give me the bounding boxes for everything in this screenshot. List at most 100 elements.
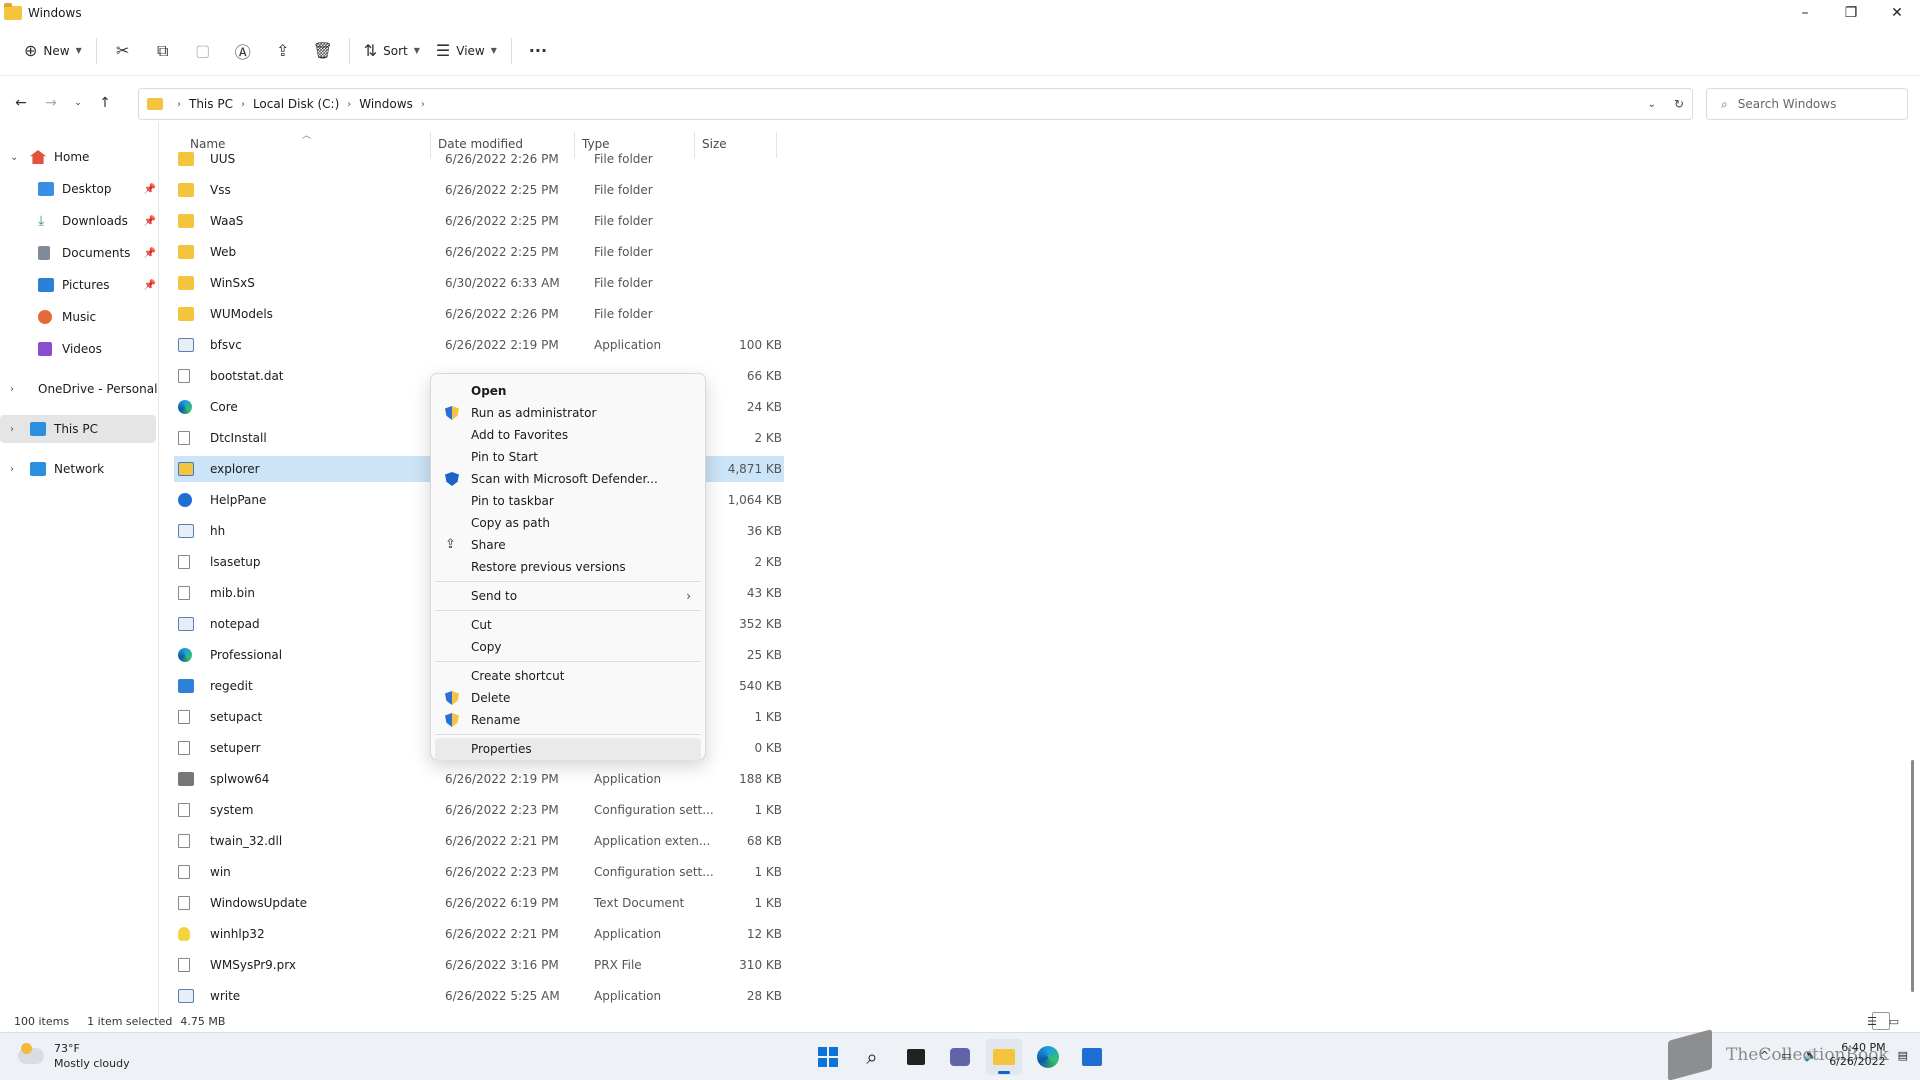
file-row[interactable]: splwow64 6/26/2022 2:19 PM Application 188 …: [174, 766, 784, 792]
chevron-up-icon[interactable]: ^: [1760, 1049, 1769, 1062]
file-row[interactable]: winhlp32 6/26/2022 2:21 PM Application 12 K…: [174, 921, 784, 947]
menu-item-add-to-favorites[interactable]: Add to Favorites: [435, 424, 701, 446]
chevron-right-icon: ›: [347, 98, 352, 110]
copy-button[interactable]: ⧉: [143, 34, 183, 68]
file-row[interactable]: WMSysPr9.prx 6/26/2022 3:16 PM PRX File 310…: [174, 952, 784, 978]
chevron-right-icon[interactable]: ›: [10, 384, 14, 395]
forward-button[interactable]: →: [36, 88, 66, 118]
menu-item-cut[interactable]: Cut: [435, 614, 701, 636]
menu-item-copy-as-path[interactable]: Copy as path: [435, 512, 701, 534]
address-bar[interactable]: › This PC › Local Disk (C:) › Windows › ⌄ ↻: [138, 88, 1693, 120]
file-row[interactable]: WaaS 6/26/2022 2:25 PM File folder: [174, 208, 784, 234]
cut-button[interactable]: ✂: [103, 34, 143, 68]
start-button[interactable]: [810, 1039, 846, 1075]
store-taskbar-button[interactable]: [1074, 1039, 1110, 1075]
menu-item-pin-to-taskbar[interactable]: Pin to taskbar: [435, 490, 701, 512]
file-row[interactable]: WinSxS 6/30/2022 6:33 AM File folder: [174, 270, 784, 296]
weather-widget[interactable]: 73°F Mostly cloudy: [18, 1041, 130, 1071]
clock-time: 6:40 PM: [1841, 1041, 1886, 1054]
task-view-button[interactable]: [898, 1039, 934, 1075]
display-icon[interactable]: ▭: [1781, 1049, 1791, 1062]
address-dropdown-icon[interactable]: ⌄: [1648, 99, 1656, 110]
share-button[interactable]: ⇪: [263, 34, 303, 68]
volume-icon[interactable]: 🔊: [1803, 1049, 1817, 1062]
menu-item-delete[interactable]: Delete: [435, 687, 701, 709]
file-row[interactable]: twain_32.dll 6/26/2022 2:21 PM Application…: [174, 828, 784, 854]
breadcrumb-windows[interactable]: Windows ›: [359, 97, 433, 111]
breadcrumb-this-pc[interactable]: This PC ›: [189, 97, 253, 111]
file-row[interactable]: WUModels 6/26/2022 2:26 PM File folder: [174, 301, 784, 327]
file-date: 6/26/2022 5:25 AM: [445, 989, 560, 1003]
file-row[interactable]: Vss 6/26/2022 2:25 PM File folder: [174, 177, 784, 203]
file-date: 6/30/2022 6:33 AM: [445, 276, 560, 290]
sidebar-item-music[interactable]: Music: [0, 303, 156, 331]
search-box[interactable]: ⌕ Search Windows: [1706, 88, 1908, 120]
menu-item-copy[interactable]: Copy: [435, 636, 701, 658]
back-button[interactable]: ←: [6, 88, 36, 118]
file-row[interactable]: UUS 6/26/2022 2:26 PM File folder: [174, 146, 784, 172]
file-icon: [178, 369, 190, 383]
sidebar-item-downloads[interactable]: ⤓ Downloads 📌: [0, 207, 156, 235]
chat-button[interactable]: [942, 1039, 978, 1075]
sidebar-item-onedrive[interactable]: › OneDrive - Personal: [0, 375, 157, 403]
file-row[interactable]: Web 6/26/2022 2:25 PM File folder: [174, 239, 784, 265]
edge-taskbar-button[interactable]: [1030, 1039, 1066, 1075]
chevron-right-icon[interactable]: ›: [10, 424, 14, 435]
file-row[interactable]: system 6/26/2022 2:23 PM Configuration set…: [174, 797, 784, 823]
sidebar-item-pictures[interactable]: Pictures 📌: [0, 271, 156, 299]
tiles-view-button[interactable]: ▭: [1889, 1012, 1912, 1030]
file-name: WinSxS: [210, 276, 255, 290]
delete-button[interactable]: 🗑: [303, 34, 343, 68]
sidebar-item-videos[interactable]: Videos: [0, 335, 156, 363]
file-row[interactable]: win 6/26/2022 2:23 PM Configuration sett..…: [174, 859, 784, 885]
paste-button[interactable]: ▢: [183, 34, 223, 68]
sidebar-item-documents[interactable]: Documents 📌: [0, 239, 156, 267]
file-name: mib.bin: [210, 586, 256, 600]
menu-item-create-shortcut[interactable]: Create shortcut: [435, 665, 701, 687]
application-icon: [178, 617, 194, 631]
file-date: 6/26/2022 2:23 PM: [445, 803, 559, 817]
clock[interactable]: 6:40 PM 6/26/2022: [1829, 1041, 1885, 1069]
chevron-right-icon[interactable]: ›: [10, 464, 14, 475]
notification-icon[interactable]: ▤: [1898, 1049, 1908, 1062]
sidebar-item-network[interactable]: › Network: [0, 455, 156, 483]
file-row[interactable]: bfsvc 6/26/2022 2:19 PM Application 100 KB: [174, 332, 784, 358]
menu-item-open[interactable]: Open: [435, 380, 701, 402]
menu-item-rename[interactable]: Rename: [435, 709, 701, 731]
recent-locations-button[interactable]: ⌄: [66, 88, 90, 118]
sidebar-item-home[interactable]: ⌄ Home: [0, 143, 156, 171]
menu-item-properties[interactable]: Properties: [435, 738, 701, 760]
file-row[interactable]: WindowsUpdate 6/26/2022 6:19 PM Text Docum…: [174, 890, 784, 916]
file-size: 2 KB: [754, 555, 782, 569]
menu-item-send-to[interactable]: Send to ›: [435, 585, 701, 607]
menu-item-share[interactable]: ⇪ Share: [435, 534, 701, 556]
menu-item-pin-to-start[interactable]: Pin to Start: [435, 446, 701, 468]
file-date: 6/26/2022 3:16 PM: [445, 958, 559, 972]
breadcrumb-local-disk[interactable]: Local Disk (C:) ›: [253, 97, 359, 111]
details-view-button[interactable]: ☰: [1867, 1012, 1890, 1030]
chevron-down-icon[interactable]: ⌄: [10, 152, 18, 163]
up-button[interactable]: ↑: [90, 88, 120, 118]
sort-button[interactable]: ⇅ Sort ▼: [356, 34, 428, 68]
file-explorer-taskbar-button[interactable]: [986, 1039, 1022, 1075]
sidebar-item-this-pc[interactable]: › This PC: [0, 415, 156, 443]
rename-button[interactable]: Ⓐ: [223, 34, 263, 68]
maximize-button[interactable]: ❐: [1828, 0, 1874, 26]
file-row[interactable]: write 6/26/2022 5:25 AM Application 28 KB: [174, 983, 784, 1009]
more-options-button[interactable]: ···: [518, 34, 558, 68]
vertical-scrollbar[interactable]: [1911, 760, 1914, 992]
new-button[interactable]: ⊕ New ▼: [16, 34, 90, 68]
refresh-icon[interactable]: ↻: [1674, 97, 1684, 111]
folder-icon: [178, 307, 194, 321]
sidebar-item-desktop[interactable]: Desktop 📌: [0, 175, 156, 203]
view-button[interactable]: ☰ View ▼: [428, 34, 505, 68]
search-button[interactable]: ⌕: [854, 1039, 890, 1075]
menu-item-run-as-administrator[interactable]: Run as administrator: [435, 402, 701, 424]
file-name: bootstat.dat: [210, 369, 284, 383]
file-size: 12 KB: [746, 927, 782, 941]
menu-item-restore-previous-versions[interactable]: Restore previous versions: [435, 556, 701, 578]
close-button[interactable]: ✕: [1874, 0, 1920, 26]
pane-divider[interactable]: [158, 122, 159, 1022]
menu-item-scan-with-microsoft-defender[interactable]: Scan with Microsoft Defender...: [435, 468, 701, 490]
minimize-button[interactable]: –: [1782, 0, 1828, 26]
